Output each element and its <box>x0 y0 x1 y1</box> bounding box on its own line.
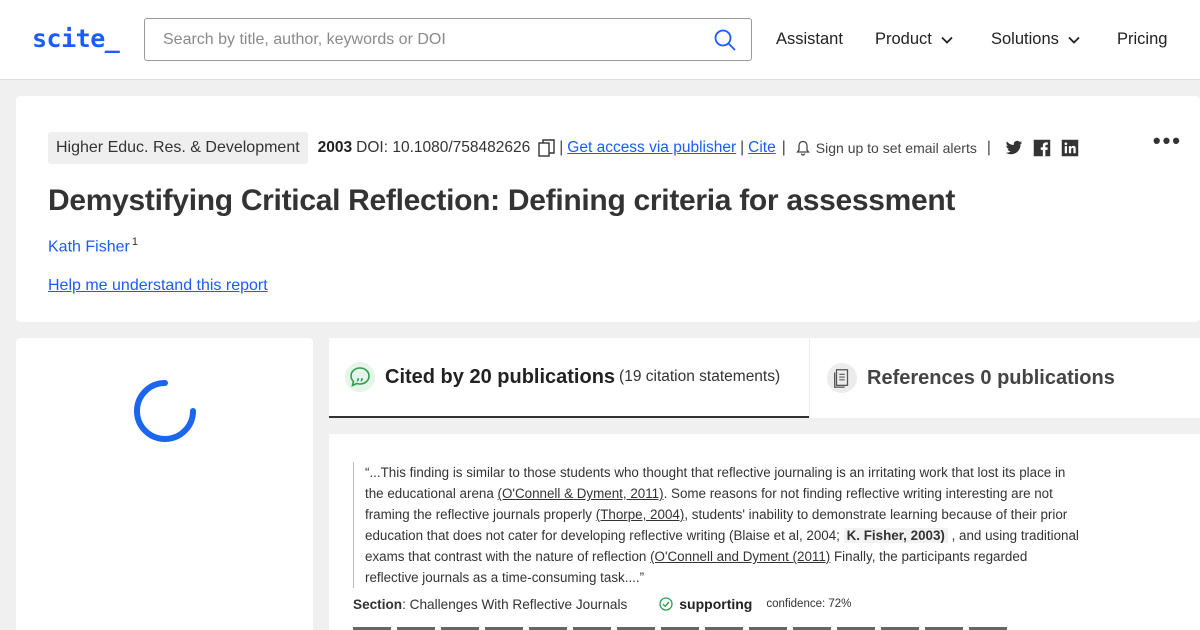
separator: | <box>781 139 786 156</box>
truncated-next-line <box>353 624 1013 630</box>
tab-references[interactable]: References 0 publications <box>809 338 1200 418</box>
cited-by-label: Cited by 20 publications <box>385 365 616 388</box>
search-box[interactable] <box>144 18 752 61</box>
citation-statement-card: “...This finding is similar to those stu… <box>329 434 1200 630</box>
cite-link[interactable]: Cite <box>748 139 776 157</box>
supporting-badge: supporting confidence: 72% <box>659 596 851 612</box>
separator: | <box>740 139 745 156</box>
help-understand-link[interactable]: Help me understand this report <box>48 277 268 295</box>
article-title: Demystifying Critical Reflection: Defini… <box>48 184 956 217</box>
nav-solutions[interactable]: Solutions <box>991 30 1081 49</box>
copy-icon[interactable] <box>538 139 555 157</box>
tab-cited-by[interactable]: ,, Cited by 20 publications (19 citation… <box>329 338 809 418</box>
chevron-down-icon <box>1068 36 1080 44</box>
reference-link[interactable]: (O'Connell & Dyment, 2011) <box>498 486 664 501</box>
article-meta: Higher Educ. Res. & Development 2003 DOI… <box>48 132 1079 164</box>
separator: | <box>559 139 564 156</box>
facebook-icon[interactable] <box>1033 139 1051 157</box>
smart-citations-panel <box>16 338 313 630</box>
twitter-icon[interactable] <box>1005 139 1023 157</box>
citation-tabs: ,, Cited by 20 publications (19 citation… <box>329 338 1200 418</box>
scite-logo[interactable]: scite_ <box>32 24 120 53</box>
get-access-link[interactable]: Get access via publisher <box>567 139 736 157</box>
bell-icon <box>795 140 810 156</box>
publication-year: 2003 <box>317 139 353 156</box>
reference-link[interactable]: (O'Connell and Dyment (2011) <box>650 549 830 564</box>
document-icon <box>827 363 857 393</box>
confidence-text: confidence: 72% <box>766 598 852 610</box>
check-circle-icon <box>659 597 673 611</box>
email-alerts-button[interactable]: Sign up to set email alerts <box>795 140 977 156</box>
journal-badge[interactable]: Higher Educ. Res. & Development <box>48 132 308 164</box>
chevron-down-icon <box>941 36 953 44</box>
supporting-label: supporting <box>679 596 753 612</box>
separator: | <box>986 139 991 156</box>
section-label: Section <box>353 596 403 612</box>
loading-spinner-icon <box>134 380 196 442</box>
citation-statements-count: (19 citation statements) <box>619 368 781 385</box>
author-name: Kath Fisher <box>48 238 130 256</box>
top-header: scite_ Assistant Product Solutions Prici… <box>0 0 1200 80</box>
nav-product-label: Product <box>875 30 932 48</box>
search-icon[interactable] <box>713 28 737 52</box>
search-input[interactable] <box>145 19 705 60</box>
nav-assistant[interactable]: Assistant <box>776 30 843 49</box>
nav-product[interactable]: Product <box>875 30 954 49</box>
author-affiliation-index: 1 <box>131 236 138 248</box>
svg-text:,,: ,, <box>356 372 364 383</box>
doi-text: DOI: 10.1080/758482626 <box>356 139 531 156</box>
nav-solutions-label: Solutions <box>991 30 1059 48</box>
section-value: : Challenges With Reflective Journals <box>402 596 628 612</box>
references-label: References 0 publications <box>867 366 1115 389</box>
nav-pricing[interactable]: Pricing <box>1117 30 1167 49</box>
social-share <box>1005 139 1079 157</box>
nav-pricing-label: Pricing <box>1117 30 1168 48</box>
email-alerts-label: Sign up to set email alerts <box>815 140 977 156</box>
reference-link[interactable]: (Thorpe, 2004) <box>596 507 685 522</box>
more-options-icon[interactable]: ••• <box>1153 128 1182 154</box>
article-card: Higher Educ. Res. & Development 2003 DOI… <box>16 96 1200 322</box>
nav-assistant-label: Assistant <box>776 30 843 48</box>
highlighted-citation: K. Fisher, 2003) <box>843 528 948 543</box>
author-link[interactable]: Kath Fisher 1 <box>48 236 138 256</box>
citation-quote: “...This finding is similar to those stu… <box>353 462 1083 588</box>
linkedin-icon[interactable] <box>1061 139 1079 157</box>
quote-bubble-icon: ,, <box>345 362 375 392</box>
citation-section-row: Section: Challenges With Reflective Jour… <box>353 596 851 612</box>
